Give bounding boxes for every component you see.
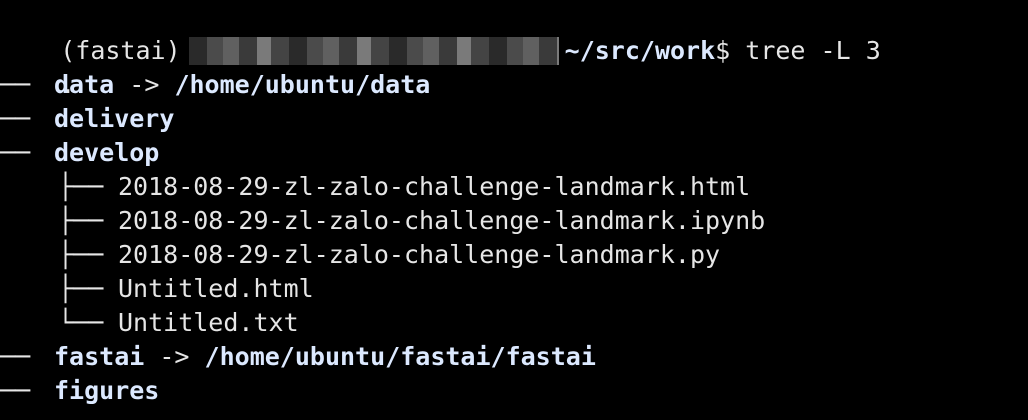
symlink-entry: fastai -> /home/ubuntu/fastai/fastai [54, 342, 596, 371]
file-entry: 2018-08-29-zl-zalo-challenge-landmark.ht… [118, 172, 751, 201]
tree-row: ├── 2018-08-29-zl-zalo-challenge-landmar… [0, 204, 765, 238]
tree-row: ├── Untitled.html [0, 272, 314, 306]
tree-branch: ├── [58, 172, 104, 201]
tree-root: . [60, 70, 76, 99]
tree-branch: ── [0, 376, 31, 405]
tree-branch: └── [58, 308, 104, 337]
tree-row: ── develop [0, 136, 159, 170]
tree-row: ── delivery [0, 102, 174, 136]
file-entry: 2018-08-29-zl-zalo-challenge-landmark.py [118, 240, 721, 269]
file-entry: 2018-08-29-zl-zalo-challenge-landmark.ip… [118, 206, 766, 235]
file-entry: Untitled.html [118, 274, 314, 303]
prompt-line: (fastai) ~/src/work$ tree -L 3 [0, 0, 881, 65]
command-text: tree -L 3 [745, 36, 881, 65]
directory-entry: develop [54, 138, 160, 167]
conda-env: (fastai) [60, 36, 181, 65]
tree-row: ├── 2018-08-29-zl-zalo-challenge-landmar… [0, 170, 750, 204]
tree-branch: ── [0, 70, 31, 99]
terminal-window[interactable]: (fastai) ~/src/work$ tree -L 3 . ── data … [0, 0, 1028, 420]
symlink-entry: data -> /home/ubuntu/data [54, 70, 431, 99]
redacted-hostname [188, 36, 559, 65]
cwd-path: ~/src/work [564, 36, 716, 65]
tree-row: ── fastai -> /home/ubuntu/fastai/fastai [0, 340, 596, 374]
tree-branch: ── [0, 104, 31, 133]
tree-row: ├── 2018-08-29-zl-zalo-challenge-landmar… [0, 238, 720, 272]
prompt-symbol: $ [715, 36, 731, 65]
tree-branch: ├── [58, 274, 104, 303]
tree-branch: ── [0, 342, 31, 371]
tree-row: └── Untitled.txt [0, 306, 299, 340]
tree-branch: ├── [58, 206, 104, 235]
directory-entry: figures [54, 376, 160, 405]
tree-row: ── figures [0, 374, 159, 408]
file-entry: Untitled.txt [118, 308, 299, 337]
tree-branch: ── [0, 138, 31, 167]
directory-entry: delivery [54, 104, 175, 133]
tree-branch: ├── [58, 240, 104, 269]
tree-row: ── data -> /home/ubuntu/data [0, 68, 430, 102]
